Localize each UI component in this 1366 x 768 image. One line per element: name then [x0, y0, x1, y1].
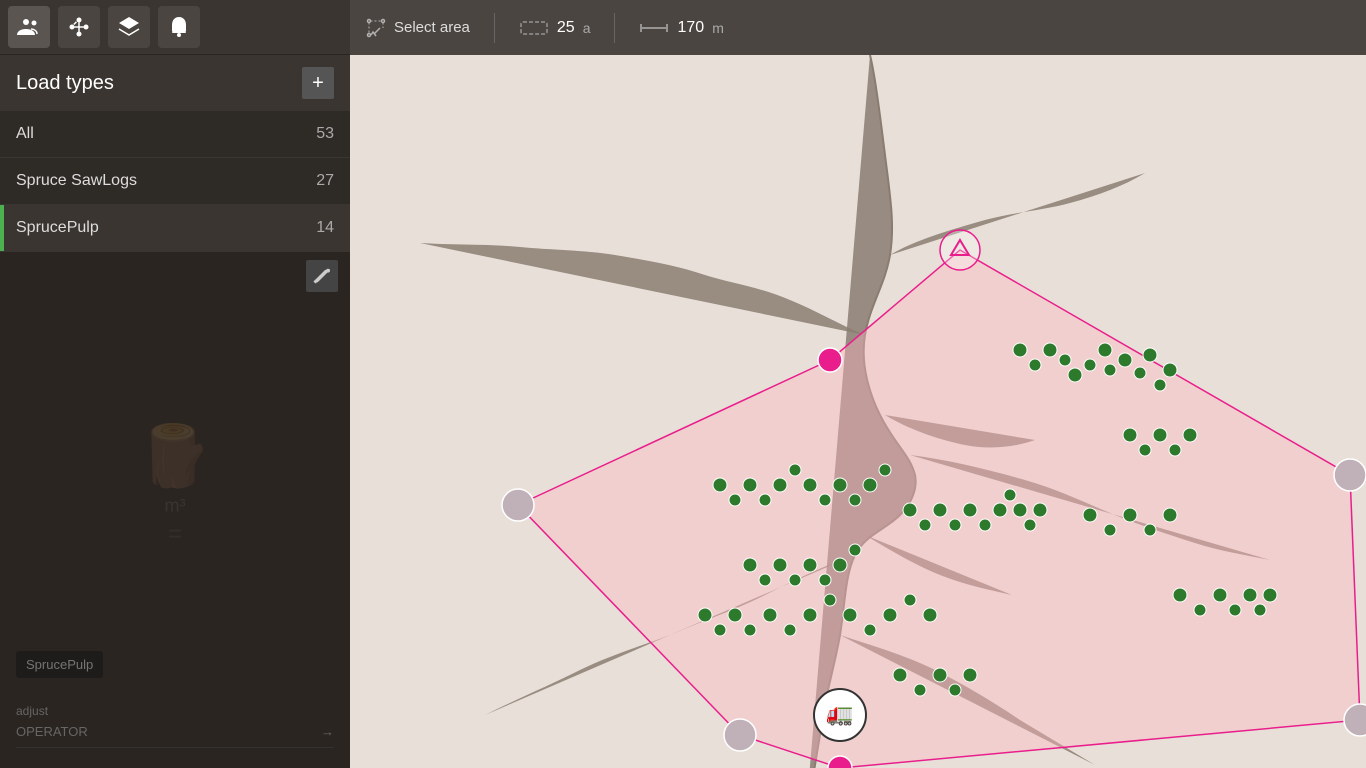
sidebar-header: Load types + — [0, 55, 350, 111]
bottom-label-area: SprucePulp — [16, 651, 334, 678]
nav-layers-button[interactable] — [108, 6, 150, 48]
load-type-sprucepulp[interactable]: SprucePulp 14 — [0, 205, 350, 252]
handle-pink-top[interactable] — [818, 348, 842, 372]
sidebar-title: Load types — [16, 72, 114, 95]
handle-bottom-left[interactable] — [724, 719, 756, 751]
toolbar-left — [0, 0, 350, 55]
main-content: Load types + All 53 Spruce SawLogs 27 Sp… — [0, 55, 1366, 768]
load-type-count-sawlogs: 27 — [316, 172, 334, 190]
load-type-count-all: 53 — [316, 125, 334, 143]
map-svg: 🚛 — [350, 55, 1366, 768]
sidebar-list-item-operator: OPERATOR → — [16, 724, 334, 748]
svg-text:🚛: 🚛 — [826, 701, 853, 726]
harvester-vehicle: 🚛 — [814, 689, 866, 741]
load-type-count-pulp: 14 — [316, 219, 334, 237]
sidebar-bottom-header — [0, 252, 350, 300]
wrench-icon — [313, 267, 331, 285]
top-toolbar: Select area 25 a 170 m — [0, 0, 1366, 55]
area-icon — [519, 20, 549, 36]
load-type-all[interactable]: All 53 — [0, 111, 350, 158]
watermark-icon: 🪵 — [138, 420, 213, 491]
area-value: 25 — [557, 19, 575, 37]
divider-2 — [614, 13, 615, 43]
nav-alerts-button[interactable] — [158, 6, 200, 48]
bottom-items: OPERATOR → — [0, 724, 350, 748]
adjust-label: adjust — [16, 704, 334, 718]
operator-value: → — [321, 724, 334, 739]
handle-left[interactable] — [502, 489, 534, 521]
watermark-equals: = — [138, 520, 213, 548]
area-display: 25 a — [519, 19, 591, 37]
distance-value: 170 — [677, 19, 704, 37]
area-unit: a — [583, 20, 591, 36]
bottom-adjust-label: adjust — [16, 704, 334, 718]
load-type-name-pulp: SprucePulp — [16, 219, 99, 237]
select-area-icon — [366, 18, 386, 38]
handle-right[interactable] — [1334, 459, 1366, 491]
settings-button[interactable] — [306, 260, 338, 292]
bottom-type-label: SprucePulp — [16, 651, 103, 678]
users-icon — [17, 15, 41, 39]
select-area-tool[interactable]: Select area — [366, 18, 470, 38]
sidebar-bottom-panel: 🪵 m³ = SprucePulp adjust OPERATOR → — [0, 252, 350, 768]
load-type-list: All 53 Spruce SawLogs 27 SprucePulp 14 — [0, 111, 350, 252]
watermark: 🪵 m³ = — [138, 420, 213, 548]
distance-display: 170 m — [639, 19, 723, 37]
load-type-name-all: All — [16, 125, 34, 143]
divider-1 — [494, 13, 495, 43]
nav-users-button[interactable] — [8, 6, 50, 48]
add-load-type-button[interactable]: + — [302, 67, 334, 99]
nav-nodes-button[interactable] — [58, 6, 100, 48]
load-type-name-sawlogs: Spruce SawLogs — [16, 172, 137, 190]
layers-icon — [117, 15, 141, 39]
sidebar: Load types + All 53 Spruce SawLogs 27 Sp… — [0, 55, 350, 768]
toolbar-right: Select area 25 a 170 m — [350, 0, 1366, 55]
distance-icon — [639, 20, 669, 36]
select-area-label: Select area — [394, 19, 470, 36]
distance-unit: m — [712, 20, 724, 36]
load-type-spruce-sawlogs[interactable]: Spruce SawLogs 27 — [0, 158, 350, 205]
nodes-icon — [67, 15, 91, 39]
triangle-handle-top[interactable] — [940, 230, 980, 270]
operator-label: OPERATOR — [16, 724, 88, 739]
alerts-icon — [167, 15, 191, 39]
map-area[interactable]: 🚛 — [350, 55, 1366, 768]
watermark-text: m³ — [138, 495, 213, 516]
